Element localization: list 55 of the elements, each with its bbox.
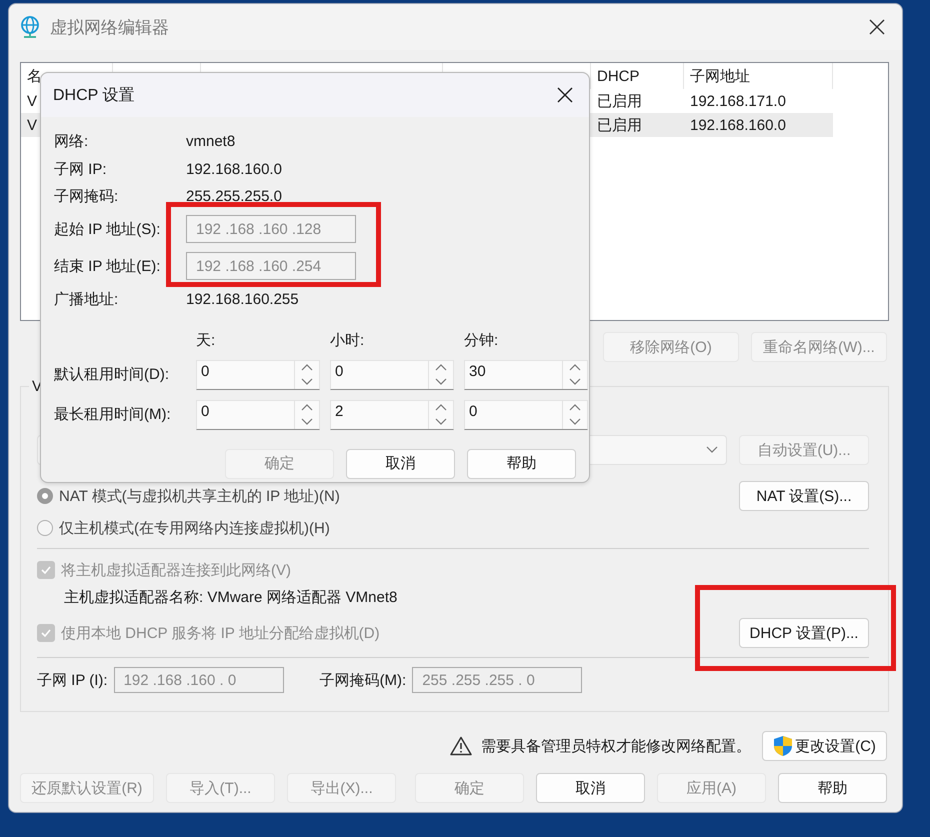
warning-icon xyxy=(450,736,472,756)
checkbox-label: 将主机虚拟适配器连接到此网络(V) xyxy=(61,560,291,580)
checkbox-label: 使用本地 DHCP 服务将 IP 地址分配给虚拟机(D) xyxy=(61,624,380,642)
chevron-icon xyxy=(706,446,718,454)
footer-button[interactable]: 帮助 xyxy=(778,773,887,803)
field-label: 子网掩码(M): xyxy=(320,670,406,690)
field-value: 255.255.255.0 xyxy=(186,188,282,206)
table-cell: 192.168.171.0 xyxy=(690,92,786,110)
table-cell: 192.168.160.0 xyxy=(690,116,786,134)
field-label: 子网 IP (I): xyxy=(37,670,108,690)
table-cell: 已启用 xyxy=(597,116,642,134)
field-label: 最长租用时间(M): xyxy=(54,405,172,424)
dialog-button[interactable]: 取消 xyxy=(346,448,455,478)
radio-label: 仅主机模式(在专用网络内连接虚拟机)(H) xyxy=(59,518,330,538)
field-value: 192.168.160.255 xyxy=(186,291,299,308)
field-label: 子网 IP: xyxy=(54,160,108,179)
field-value: vmnet8 xyxy=(186,133,236,150)
field-value: 192.168.160.0 xyxy=(186,160,282,178)
field-label: 广播地址: xyxy=(54,290,120,309)
radio-button[interactable] xyxy=(37,488,53,504)
field-label: 网络: xyxy=(54,132,90,152)
dialog-button[interactable]: 帮助 xyxy=(467,448,576,478)
close-icon[interactable] xyxy=(869,19,885,35)
field-label: 起始 IP 地址(S): xyxy=(54,220,162,238)
adapter-name-text: 主机虚拟适配器名称: VMware 网络适配器 VMnet8 xyxy=(64,588,398,606)
window-title: 虚拟网络编辑器 xyxy=(50,16,169,38)
spinner-field[interactable]: 0 xyxy=(196,360,320,390)
spinner-field[interactable]: 0 xyxy=(464,400,588,430)
column-header[interactable]: 子网地址 xyxy=(690,66,750,86)
close-icon[interactable] xyxy=(557,87,573,103)
radio-label: NAT 模式(与虚拟机共享主机的 IP 地址)(N) xyxy=(59,486,340,506)
spinner-field[interactable]: 0 xyxy=(330,360,454,390)
column-header[interactable]: DHCP xyxy=(597,68,640,84)
field-label: 子网掩码: xyxy=(54,187,120,206)
column-label: 天: xyxy=(196,330,216,350)
check-icon xyxy=(40,564,52,576)
column-label: 小时: xyxy=(330,330,366,350)
shield-icon xyxy=(773,735,794,757)
table-cell: 已启用 xyxy=(597,92,642,110)
footer-button[interactable]: 取消 xyxy=(536,773,645,803)
column-header[interactable]: 名 xyxy=(27,66,42,86)
table-cell: V xyxy=(27,116,38,134)
spinner-field[interactable]: 2 xyxy=(330,400,454,430)
radio-button[interactable] xyxy=(37,520,53,536)
spinner-field[interactable]: 0 xyxy=(196,400,320,430)
spinner-field[interactable]: 30 xyxy=(464,360,588,390)
dialog-title: DHCP 设置 xyxy=(53,86,134,106)
change-settings-button[interactable]: 更改设置(C) xyxy=(762,731,887,761)
admin-notice-text: 需要具备管理员特权才能修改网络配置。 xyxy=(481,736,751,756)
nat-settings-button[interactable]: NAT 设置(S)... xyxy=(739,481,869,511)
field-label: 结束 IP 地址(E): xyxy=(54,256,162,276)
column-label: 分钟: xyxy=(464,330,500,350)
globe-icon xyxy=(20,16,40,38)
check-icon xyxy=(40,627,52,639)
field-label: 默认租用时间(D): xyxy=(54,365,170,384)
